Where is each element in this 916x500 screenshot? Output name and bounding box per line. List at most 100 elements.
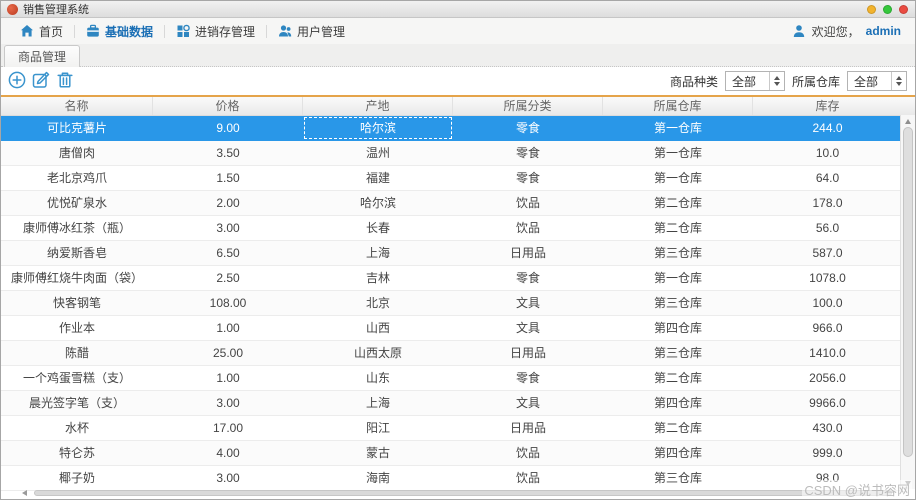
table-row[interactable]: 作业本1.00山西文具第四仓库966.0 (1, 316, 902, 341)
table-cell[interactable]: 第二仓库 (603, 366, 753, 390)
table-cell[interactable]: 1.00 (153, 366, 303, 390)
table-cell[interactable]: 零食 (453, 266, 603, 290)
column-header[interactable]: 价格 (153, 97, 303, 115)
table-cell[interactable]: 日用品 (453, 341, 603, 365)
table-cell[interactable]: 第一仓库 (603, 116, 753, 140)
table-cell[interactable]: 2.00 (153, 191, 303, 215)
menu-item-users[interactable]: 用户管理 (267, 23, 356, 40)
menu-item-basic-data[interactable]: 基础数据 (75, 23, 164, 40)
table-cell[interactable]: 430.0 (753, 416, 902, 440)
table-cell[interactable]: 日用品 (453, 416, 603, 440)
horizontal-scrollbar-thumb[interactable] (34, 490, 892, 496)
username[interactable]: admin (866, 24, 901, 38)
table-cell[interactable]: 福建 (303, 166, 453, 190)
table-cell[interactable]: 蒙古 (303, 441, 453, 465)
table-cell[interactable]: 上海 (303, 391, 453, 415)
column-header[interactable]: 所属分类 (453, 97, 603, 115)
table-row[interactable]: 康师傅冰红茶（瓶）3.00长春饮品第二仓库56.0 (1, 216, 902, 241)
table-cell[interactable]: 温州 (303, 141, 453, 165)
column-header[interactable]: 名称 (1, 97, 153, 115)
table-cell[interactable]: 999.0 (753, 441, 902, 465)
table-cell[interactable]: 阳江 (303, 416, 453, 440)
table-row[interactable]: 纳爱斯香皂6.50上海日用品第三仓库587.0 (1, 241, 902, 266)
table-cell[interactable]: 108.00 (153, 291, 303, 315)
table-cell[interactable]: 4.00 (153, 441, 303, 465)
table-cell[interactable]: 山西太原 (303, 341, 453, 365)
table-cell[interactable]: 1.50 (153, 166, 303, 190)
table-cell[interactable]: 966.0 (753, 316, 902, 340)
table-cell[interactable]: 9966.0 (753, 391, 902, 415)
table-cell[interactable]: 北京 (303, 291, 453, 315)
table-cell[interactable]: 日用品 (453, 241, 603, 265)
table-cell[interactable]: 1078.0 (753, 266, 902, 290)
table-cell[interactable]: 64.0 (753, 166, 902, 190)
delete-button[interactable] (53, 69, 77, 93)
add-button[interactable] (5, 69, 29, 93)
scroll-down-arrow[interactable] (901, 477, 915, 489)
table-row[interactable]: 康师傅红烧牛肉面（袋）2.50吉林零食第一仓库1078.0 (1, 266, 902, 291)
table-cell[interactable]: 山东 (303, 366, 453, 390)
table-cell[interactable]: 1.00 (153, 316, 303, 340)
table-cell[interactable]: 3.50 (153, 141, 303, 165)
table-cell[interactable]: 零食 (453, 166, 603, 190)
column-header[interactable]: 产地 (303, 97, 453, 115)
table-row[interactable]: 优悦矿泉水2.00哈尔滨饮品第二仓库178.0 (1, 191, 902, 216)
table-cell[interactable]: 吉林 (303, 266, 453, 290)
table-cell[interactable]: 3.00 (153, 391, 303, 415)
table-cell[interactable]: 56.0 (753, 216, 902, 240)
scroll-up-arrow[interactable] (901, 115, 915, 127)
table-cell[interactable]: 陈醋 (1, 341, 153, 365)
table-cell[interactable]: 饮品 (453, 216, 603, 240)
table-cell[interactable]: 25.00 (153, 341, 303, 365)
table-cell[interactable]: 3.00 (153, 216, 303, 240)
table-cell[interactable]: 244.0 (753, 116, 902, 140)
close-button[interactable] (899, 5, 908, 14)
table-cell[interactable]: 纳爱斯香皂 (1, 241, 153, 265)
minimize-button[interactable] (867, 5, 876, 14)
table-cell[interactable]: 康师傅冰红茶（瓶） (1, 216, 153, 240)
tab-product-management[interactable]: 商品管理 (4, 45, 80, 67)
edit-button[interactable] (29, 69, 53, 93)
table-cell[interactable]: 零食 (453, 141, 603, 165)
table-row[interactable]: 可比克薯片9.00哈尔滨零食第一仓库244.0 (1, 116, 902, 141)
table-cell[interactable]: 第一仓库 (603, 166, 753, 190)
table-row[interactable]: 晨光签字笔（支）3.00上海文具第四仓库9966.0 (1, 391, 902, 416)
table-cell[interactable]: 饮品 (453, 441, 603, 465)
table-cell[interactable]: 第二仓库 (603, 416, 753, 440)
table-cell[interactable]: 零食 (453, 366, 603, 390)
table-cell[interactable]: 晨光签字笔（支） (1, 391, 153, 415)
table-cell[interactable]: 康师傅红烧牛肉面（袋） (1, 266, 153, 290)
table-cell[interactable]: 第一仓库 (603, 141, 753, 165)
table-cell[interactable]: 水杯 (1, 416, 153, 440)
maximize-button[interactable] (883, 5, 892, 14)
table-row[interactable]: 陈醋25.00山西太原日用品第三仓库1410.0 (1, 341, 902, 366)
table-cell[interactable]: 哈尔滨 (303, 191, 453, 215)
table-cell[interactable]: 零食 (453, 116, 603, 140)
table-cell[interactable]: 文具 (453, 391, 603, 415)
table-cell[interactable]: 第四仓库 (603, 391, 753, 415)
table-cell[interactable]: 第四仓库 (603, 441, 753, 465)
table-cell[interactable]: 老北京鸡爪 (1, 166, 153, 190)
table-cell[interactable]: 第三仓库 (603, 291, 753, 315)
table-cell[interactable]: 10.0 (753, 141, 902, 165)
warehouse-select[interactable]: 全部 (847, 71, 907, 91)
table-row[interactable]: 一个鸡蛋雪糕（支）1.00山东零食第二仓库2056.0 (1, 366, 902, 391)
table-cell[interactable]: 特仑苏 (1, 441, 153, 465)
table-cell[interactable]: 587.0 (753, 241, 902, 265)
table-cell[interactable]: 哈尔滨 (303, 116, 453, 140)
scroll-left-arrow[interactable] (19, 488, 29, 498)
table-row[interactable]: 快客钢笔108.00北京文具第三仓库100.0 (1, 291, 902, 316)
table-cell[interactable]: 第三仓库 (603, 341, 753, 365)
table-cell[interactable]: 一个鸡蛋雪糕（支） (1, 366, 153, 390)
table-cell[interactable]: 第一仓库 (603, 266, 753, 290)
table-cell[interactable]: 唐僧肉 (1, 141, 153, 165)
table-cell[interactable]: 上海 (303, 241, 453, 265)
table-cell[interactable]: 2056.0 (753, 366, 902, 390)
vertical-scrollbar[interactable] (900, 115, 915, 489)
table-row[interactable]: 老北京鸡爪1.50福建零食第一仓库64.0 (1, 166, 902, 191)
table-cell[interactable]: 山西 (303, 316, 453, 340)
table-cell[interactable]: 作业本 (1, 316, 153, 340)
menu-item-inventory[interactable]: 进销存管理 (165, 23, 266, 40)
table-cell[interactable]: 第二仓库 (603, 216, 753, 240)
vertical-scrollbar-thumb[interactable] (903, 127, 913, 457)
